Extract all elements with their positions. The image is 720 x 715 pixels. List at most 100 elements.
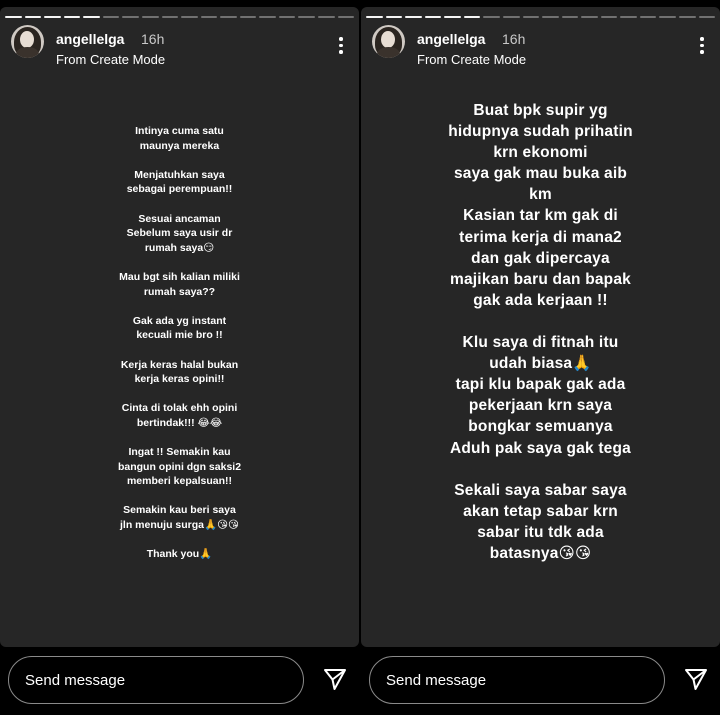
story-panel-left: angellelga 16h From Create Mode Intinya …	[0, 0, 359, 715]
story-line: bongkar semuanya	[468, 418, 613, 436]
story-line: Mau bgt sih kalian miliki	[119, 270, 240, 283]
story-paragraph: Intinya cuma satu maunya mereka	[20, 124, 339, 153]
story-paragraph: Semakin kau beri saya jln menuju surga🙏😘😘	[20, 503, 339, 532]
progress-segment	[63, 16, 81, 18]
story-paragraph: Mau bgt sih kalian miliki rumah saya??	[20, 270, 339, 299]
story-line: dan gak dipercaya	[471, 249, 610, 267]
progress-segment	[24, 16, 42, 18]
progress-segment	[620, 16, 637, 18]
story-line: Aduh pak saya gak tega	[450, 439, 631, 457]
story-paragraph: Buat bpk supir yg hidupnya sudah prihatin…	[371, 100, 710, 311]
progress-segment	[239, 16, 257, 18]
story-line: akan tetap sabar krn	[463, 502, 618, 520]
story-header: angellelga 16h From Create Mode	[11, 25, 349, 67]
story-paragraph: Cinta di tolak ehh opini bertindak!!! 😂😂	[20, 401, 339, 430]
story-line: Kasian tar km gak di	[463, 207, 618, 225]
story-footer: Send message	[0, 648, 359, 715]
progress-segment	[44, 16, 61, 18]
progress-segment	[659, 16, 676, 18]
story-line: Ingat !! Semakin kau	[128, 446, 231, 459]
progress-segment	[698, 16, 716, 18]
story-line: Klu saya di fitnah itu	[462, 334, 619, 352]
story-line: Menjatuhkan saya	[134, 168, 225, 181]
story-paragraph: Kerja keras halal bukan kerja keras opini…	[20, 358, 339, 387]
progress-segment	[161, 16, 179, 18]
story-text: Intinya cuma satu maunya mereka Menjatuhka…	[20, 124, 339, 576]
story-line: saya gak mau buka aib	[453, 165, 628, 183]
story-paragraph: Klu saya di fitnah itu udah biasa🙏 tapi kl…	[371, 332, 710, 459]
more-vertical-icon[interactable]	[339, 37, 343, 55]
progress-segment	[561, 16, 579, 18]
story-progress-bar	[5, 16, 355, 18]
story-line: sebagai perempuan!!	[126, 183, 233, 196]
story-line: kerja keras opini!!	[134, 373, 225, 386]
progress-segment	[542, 16, 559, 18]
username[interactable]: angellelga	[56, 31, 124, 47]
progress-segment	[259, 16, 276, 18]
progress-segment	[581, 16, 598, 18]
progress-segment	[318, 16, 335, 18]
progress-segment	[337, 16, 355, 18]
story-line: memberi kepalsuan!!	[126, 475, 233, 488]
progress-segment	[200, 16, 218, 18]
send-message-placeholder: Send message	[25, 671, 126, 689]
story-card[interactable]: angellelga 16h From Create Mode Intinya …	[0, 7, 359, 647]
progress-segment	[522, 16, 540, 18]
story-line: Intinya cuma satu	[135, 125, 224, 137]
send-paper-plane-icon[interactable]	[683, 666, 709, 692]
story-line: Sekali saya sabar saya	[454, 481, 627, 499]
send-paper-plane-icon[interactable]	[322, 666, 348, 692]
send-message-input[interactable]: Send message	[369, 656, 665, 704]
story-line: Thank you🙏	[146, 548, 213, 561]
progress-segment	[366, 16, 383, 18]
progress-segment	[405, 16, 422, 18]
progress-segment	[5, 16, 22, 18]
story-line: jln menuju surga🙏😘😘	[120, 519, 239, 532]
story-line: terima kerja di mana2	[459, 228, 622, 246]
story-line: pekerjaan krn saya	[468, 397, 613, 415]
progress-segment	[141, 16, 159, 18]
story-line: udah biasa🙏	[489, 355, 592, 373]
progress-segment	[483, 16, 500, 18]
progress-segment	[679, 16, 696, 18]
story-line: tapi klu bapak gak ada	[455, 376, 626, 394]
story-line: bertindak!!! 😂😂	[136, 416, 223, 429]
story-source: From Create Mode	[56, 52, 166, 67]
story-timestamp: 16h	[502, 31, 526, 47]
progress-segment	[102, 16, 120, 18]
story-line: Sesuai ancaman	[138, 212, 221, 225]
avatar[interactable]	[11, 25, 44, 58]
story-panel-right: angellelga 16h From Create Mode Buat bpk…	[361, 0, 720, 715]
story-line: maunya mereka	[139, 139, 220, 152]
send-message-placeholder: Send message	[386, 671, 487, 689]
story-line: Gak ada yg instant	[132, 314, 227, 327]
story-line: kecuali mie bro !!	[136, 329, 223, 342]
story-paragraph: Thank you🙏	[20, 547, 339, 562]
progress-segment	[424, 16, 442, 18]
username[interactable]: angellelga	[417, 31, 485, 47]
story-paragraph: Menjatuhkan saya sebagai perempuan!!	[20, 168, 339, 197]
progress-segment	[502, 16, 520, 18]
story-line: batasnya😘😘	[489, 544, 592, 562]
story-paragraph: Ingat !! Semakin kau bangun opini dgn sak…	[20, 445, 339, 489]
avatar[interactable]	[372, 25, 405, 58]
progress-segment	[298, 16, 315, 18]
story-line: Kerja keras halal bukan	[120, 358, 239, 371]
story-line: rumah saya😏	[144, 241, 215, 254]
story-line: km	[529, 186, 552, 204]
story-paragraph: Gak ada yg instant kecuali mie bro !!	[20, 314, 339, 343]
story-line: Semakin kau beri saya	[123, 504, 236, 517]
story-line: Buat bpk supir yg	[473, 102, 608, 119]
story-line: Cinta di tolak ehh opini	[121, 402, 238, 415]
progress-segment	[181, 16, 198, 18]
progress-segment	[122, 16, 139, 18]
send-message-input[interactable]: Send message	[8, 656, 304, 704]
more-vertical-icon[interactable]	[700, 37, 704, 55]
story-progress-bar	[366, 16, 716, 18]
story-footer: Send message	[361, 648, 720, 715]
story-line: sabar itu tdk ada	[477, 523, 604, 541]
progress-segment	[463, 16, 481, 18]
progress-segment	[83, 16, 100, 18]
story-header: angellelga 16h From Create Mode	[372, 25, 710, 67]
story-card[interactable]: angellelga 16h From Create Mode Buat bpk…	[361, 7, 720, 647]
